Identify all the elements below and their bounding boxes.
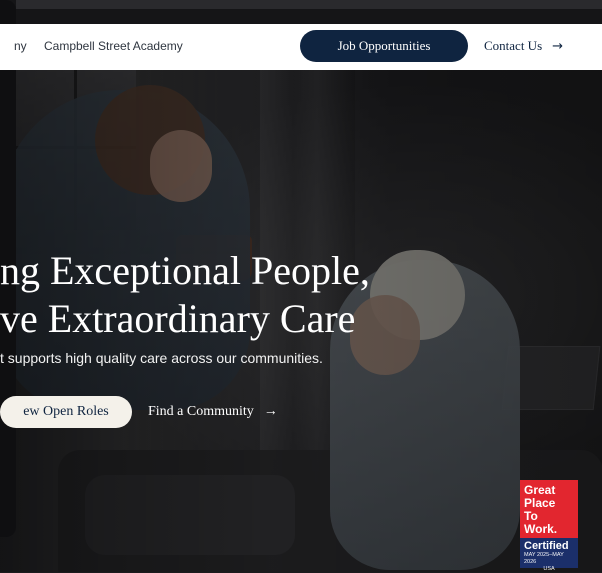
hero-cta-row: ew Open Roles Find a Community → [0, 395, 278, 428]
view-open-roles-label: ew Open Roles [23, 403, 109, 419]
contact-us-label: Contact Us [484, 38, 543, 53]
gptw-bottom: Certified MAY 2025–MAY 2026 USA [520, 538, 578, 572]
hero-headline-line-1: ng Exceptional People, [0, 248, 370, 293]
job-opportunities-button[interactable]: Job Opportunities [300, 30, 468, 62]
hero-headline-line-2: ve Extraordinary Care [0, 296, 356, 341]
gptw-certified: Certified [524, 540, 569, 552]
gptw-line-4: Work. [524, 522, 558, 536]
gptw-dates: MAY 2025–MAY 2026 [524, 552, 564, 565]
arrow-right-icon: → [263, 403, 278, 419]
great-place-to-work-badge: Great Place To Work. Certified MAY 2025–… [520, 480, 578, 572]
contact-us-link[interactable]: Contact Us → [484, 38, 563, 54]
campbell-street-academy-link[interactable]: Campbell Street Academy [44, 39, 183, 53]
hero-headline: ng Exceptional People, ve Extraordinary … [0, 248, 560, 342]
top-strip [0, 0, 602, 24]
hero-subcopy: t supports high quality care across our … [0, 350, 323, 366]
view-open-roles-button[interactable]: ew Open Roles [0, 395, 132, 428]
top-bar [16, 0, 602, 9]
brand-trail-text: ny [14, 39, 27, 53]
find-a-community-label: Find a Community [148, 403, 254, 419]
site-header: ny Campbell Street Academy Job Opportuni… [0, 24, 602, 70]
job-opportunities-label: Job Opportunities [337, 38, 431, 53]
find-a-community-link[interactable]: Find a Community → [148, 404, 278, 420]
arrow-right-icon: → [552, 38, 564, 54]
gptw-top: Great Place To Work. [520, 480, 578, 538]
